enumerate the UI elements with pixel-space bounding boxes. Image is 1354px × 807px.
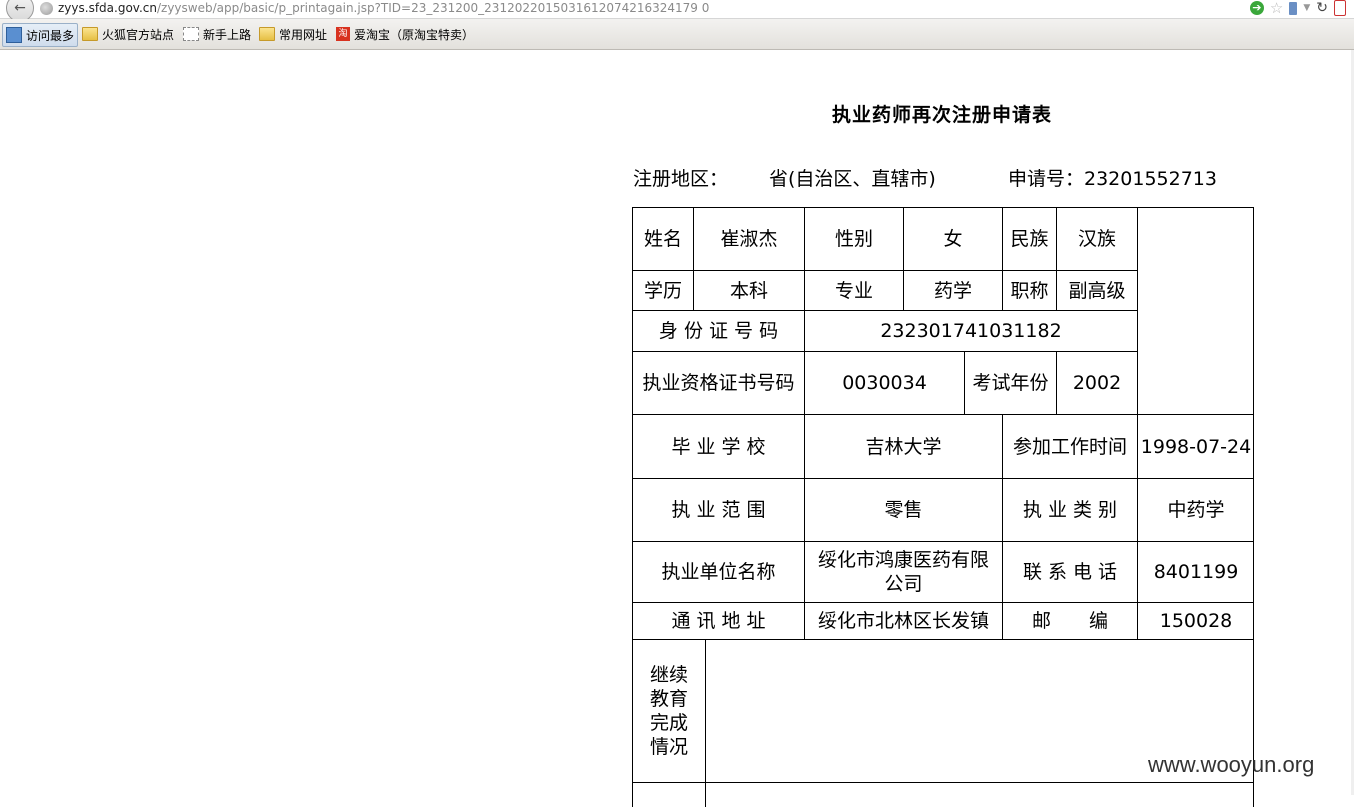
id-number-label: 身 份 证 号 码 <box>632 310 804 351</box>
certificate-number-value: 0030034 <box>804 351 964 414</box>
go-arrow-icon[interactable]: ➔ <box>1249 1 1264 15</box>
address-bar: ← zyys.sfda.gov.cn/zyysweb/app/basic/p_p… <box>0 0 1354 22</box>
registration-form-table: 姓名 崔淑杰 性别 女 民族 汉族 学历 本科 专业 药学 职称 副高级 身 份… <box>632 207 1254 807</box>
continuing-education-label: 继续教育完成情况 <box>632 639 705 782</box>
bookmark-label: 爱淘宝（原淘宝特卖） <box>354 27 475 42</box>
work-start-value: 1998-07-24 <box>1137 414 1254 478</box>
exam-year-label: 考试年份 <box>964 351 1056 414</box>
id-number-value: 232301741031182 <box>804 310 1137 351</box>
page-title: 执业药师再次注册申请表 <box>832 104 1053 126</box>
folder-icon <box>259 27 275 41</box>
watermark: www.wooyun.org <box>1148 752 1315 777</box>
postcode-value: 150028 <box>1137 602 1254 639</box>
bookmark-most-visited[interactable]: 访问最多 <box>2 23 79 47</box>
address-value: 绥化市北林区长发镇 <box>804 602 1002 639</box>
url-input[interactable]: zyys.sfda.gov.cn/zyysweb/app/basic/p_pri… <box>58 1 709 16</box>
practice-scope-value: 零售 <box>804 478 1002 541</box>
bookmark-firefox-site[interactable]: 火狐官方站点 <box>82 25 174 43</box>
practice-category-value: 中药学 <box>1137 478 1254 541</box>
practice-scope-label: 执 业 范 围 <box>632 478 804 541</box>
most-visited-icon <box>6 27 22 43</box>
bookmarks-toolbar: 访问最多 火狐官方站点 新手上路 常用网址 淘 爱淘宝（原淘宝特卖） <box>0 19 1354 50</box>
photo-box <box>1137 207 1254 414</box>
application-number: 申请号：23201552713 <box>1008 168 1217 190</box>
reload-icon[interactable]: ↻ <box>1316 0 1328 16</box>
phone-label: 联 系 电 话 <box>1002 541 1137 602</box>
ethnicity-value: 汉族 <box>1056 207 1137 270</box>
extension-icon[interactable] <box>1334 0 1346 16</box>
major-value: 药学 <box>903 270 1002 310</box>
certificate-number-label: 执业资格证书号码 <box>632 351 804 414</box>
work-start-label: 参加工作时间 <box>1002 414 1137 478</box>
gender-value: 女 <box>903 207 1002 270</box>
taobao-icon: 淘 <box>336 27 350 41</box>
bookmark-common-sites[interactable]: 常用网址 <box>259 25 327 43</box>
postcode-label: 邮 编 <box>1002 602 1137 639</box>
practice-category-label: 执 业 类 别 <box>1002 478 1137 541</box>
phone-icon[interactable] <box>1289 1 1298 15</box>
school-label: 毕 业 学 校 <box>632 414 804 478</box>
phone-value: 8401199 <box>1137 541 1254 602</box>
education-value: 本科 <box>693 270 804 310</box>
bookmark-taobao[interactable]: 淘 爱淘宝（原淘宝特卖） <box>336 25 474 43</box>
region-label: 注册地区： <box>633 168 729 190</box>
title-value: 副高级 <box>1056 270 1137 310</box>
bookmark-label: 火狐官方站点 <box>102 27 175 42</box>
bookmark-getting-started[interactable]: 新手上路 <box>183 25 251 43</box>
url-host: zyys.sfda.gov.cn <box>58 1 157 15</box>
blank-page-icon <box>183 27 199 41</box>
employer-label: 执业单位名称 <box>632 541 804 602</box>
employer-value: 绥化市鸿康医药有限公司 <box>804 541 1002 602</box>
site-identity-icon[interactable] <box>40 2 53 15</box>
exam-year-value: 2002 <box>1056 351 1137 414</box>
major-label: 专业 <box>804 270 903 310</box>
name-label: 姓名 <box>632 207 693 270</box>
education-label: 学历 <box>632 270 693 310</box>
folder-icon <box>82 27 98 41</box>
name-value: 崔淑杰 <box>693 207 804 270</box>
bookmark-label: 常用网址 <box>279 27 328 42</box>
title-label: 职称 <box>1002 270 1056 310</box>
ethnicity-label: 民族 <box>1002 207 1056 270</box>
school-value: 吉林大学 <box>804 414 1002 478</box>
bookmark-label: 访问最多 <box>26 28 75 43</box>
bookmark-star-icon[interactable]: ☆ <box>1270 0 1283 16</box>
url-path: /zyysweb/app/basic/p_printagain.jsp?TID=… <box>156 1 710 15</box>
bookmark-label: 新手上路 <box>203 27 252 42</box>
url-dropdown-icon[interactable]: ▼ <box>1303 3 1310 13</box>
gender-label: 性别 <box>804 207 903 270</box>
address-label: 通 讯 地 址 <box>632 602 804 639</box>
province-label: 省(自治区、直辖市) <box>769 168 936 190</box>
